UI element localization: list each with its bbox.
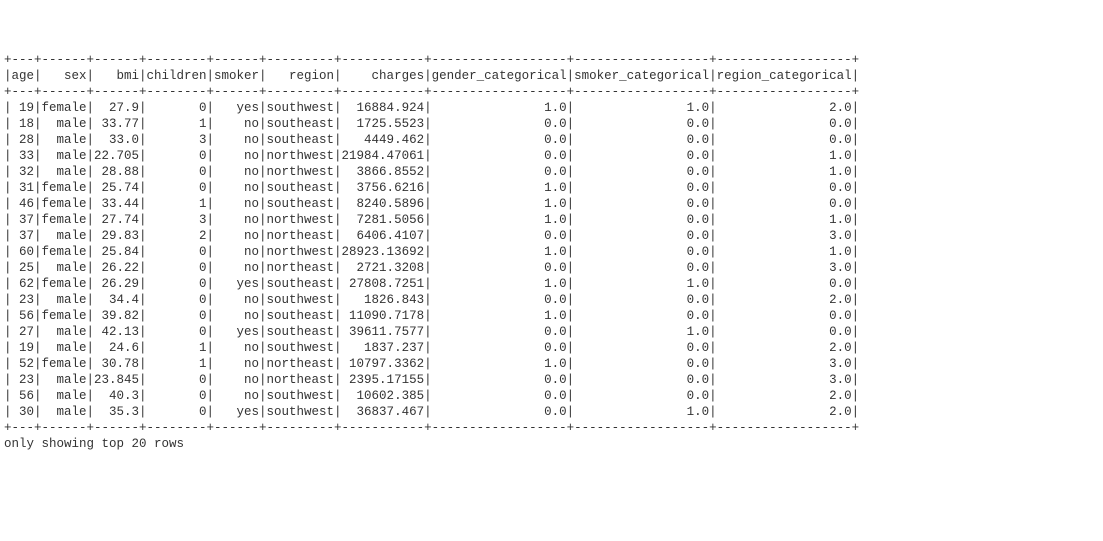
table-border-top: +---+------+------+--------+------+-----… (4, 53, 859, 67)
ascii-table-output: +---+------+------+--------+------+-----… (4, 52, 859, 452)
footer-text: only showing top 20 rows (4, 437, 184, 451)
table-border-mid: +---+------+------+--------+------+-----… (4, 85, 859, 99)
table-body: | 19|female| 27.9| 0| yes|southwest| 168… (4, 101, 859, 419)
table-border-bottom: +---+------+------+--------+------+-----… (4, 421, 859, 435)
table-header-row: |age| sex| bmi|children|smoker| region| … (4, 69, 859, 83)
